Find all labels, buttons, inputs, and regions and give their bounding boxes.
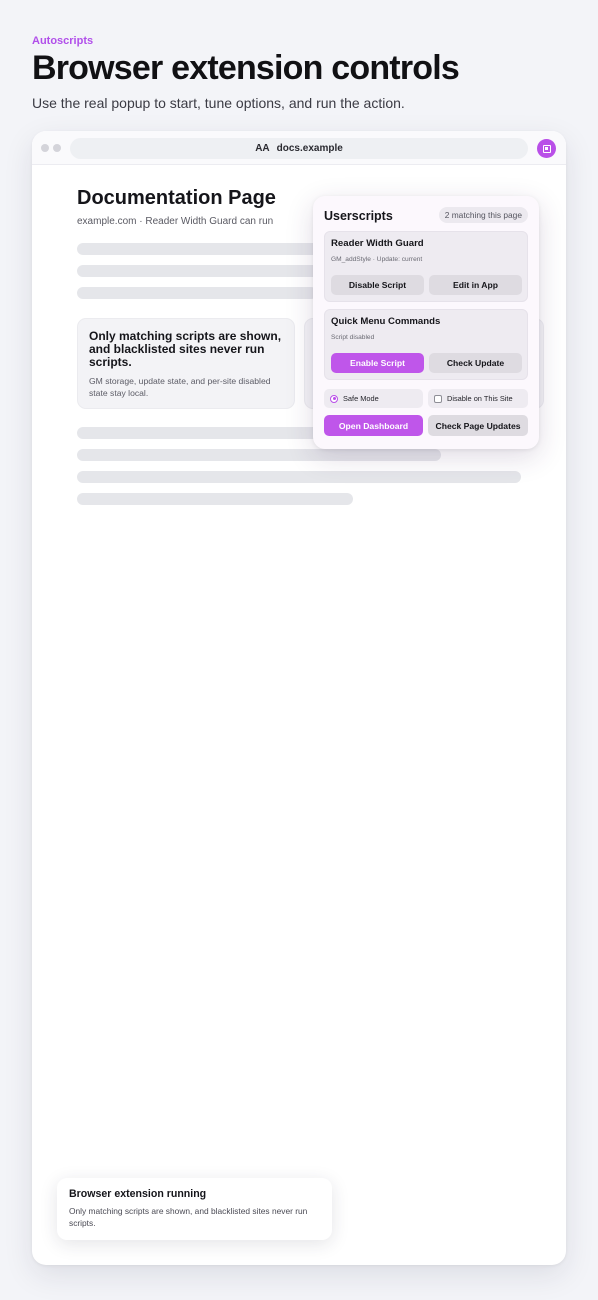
popup-title: Userscripts xyxy=(324,209,393,223)
browser-window: AA docs.example Documentation Page examp… xyxy=(32,131,566,1265)
window-control-dot[interactable] xyxy=(53,144,61,152)
check-page-updates-button[interactable]: Check Page Updates xyxy=(428,415,528,436)
disable-script-button[interactable]: Disable Script xyxy=(331,275,424,295)
reader-mode-button[interactable]: AA xyxy=(255,143,269,154)
script-item-quick-menu-commands: Quick Menu Commands Script disabled Enab… xyxy=(324,309,528,380)
toast-title: Browser extension running xyxy=(69,1188,207,1200)
disable-site-label: Disable on This Site xyxy=(447,394,513,403)
address-text: docs.example xyxy=(276,143,343,154)
placeholder-text-line xyxy=(77,493,353,505)
disable-site-checkbox-icon[interactable] xyxy=(434,394,442,403)
brand-label: Autoscripts xyxy=(32,35,94,47)
document-title: Documentation Page xyxy=(77,187,276,209)
window-control-dot[interactable] xyxy=(41,144,49,152)
check-update-button[interactable]: Check Update xyxy=(429,353,522,373)
page-headline: Browser extension controls xyxy=(32,49,460,87)
placeholder-text-line xyxy=(77,243,337,255)
script-name: Quick Menu Commands xyxy=(331,316,441,327)
browser-toolbar: AA docs.example xyxy=(32,131,566,165)
placeholder-text-line xyxy=(77,471,521,483)
page-subheadline: Use the real popup to start, tune option… xyxy=(32,95,405,111)
placeholder-text-line xyxy=(77,427,337,439)
info-card-text: GM storage, update state, and per-site d… xyxy=(89,376,271,398)
disable-site-option[interactable]: Disable on This Site xyxy=(428,389,528,408)
matching-count-badge: 2 matching this page xyxy=(438,207,528,223)
document-subtitle: example.com · Reader Width Guard can run xyxy=(77,216,274,227)
edit-in-app-button[interactable]: Edit in App xyxy=(429,275,522,295)
placeholder-text-line xyxy=(77,265,327,277)
extension-popup: Userscripts 2 matching this page Reader … xyxy=(313,196,539,449)
placeholder-text-line xyxy=(77,287,317,299)
safe-mode-option[interactable]: Safe Mode xyxy=(324,389,423,408)
script-item-reader-width-guard: Reader Width Guard GM_addStyle · Update:… xyxy=(324,231,528,302)
userscripts-extension-icon[interactable] xyxy=(537,139,556,158)
info-card-title: Only matching scripts are shown, and bla… xyxy=(89,329,282,369)
status-toast: Browser extension running Only matching … xyxy=(57,1178,332,1240)
script-meta: GM_addStyle · Update: current xyxy=(331,256,423,263)
address-bar[interactable]: AA docs.example xyxy=(70,138,528,159)
script-name: Reader Width Guard xyxy=(331,238,424,249)
placeholder-text-line xyxy=(77,449,441,461)
info-card: Only matching scripts are shown, and bla… xyxy=(77,318,295,409)
safe-mode-label: Safe Mode xyxy=(343,394,379,403)
extension-glyph-icon xyxy=(542,144,551,153)
enable-script-button[interactable]: Enable Script xyxy=(331,353,424,373)
toast-text: Only matching scripts are shown, and bla… xyxy=(69,1206,308,1228)
script-meta: Script disabled xyxy=(331,334,375,341)
safe-mode-radio-icon[interactable] xyxy=(330,394,338,403)
open-dashboard-button[interactable]: Open Dashboard xyxy=(324,415,423,436)
